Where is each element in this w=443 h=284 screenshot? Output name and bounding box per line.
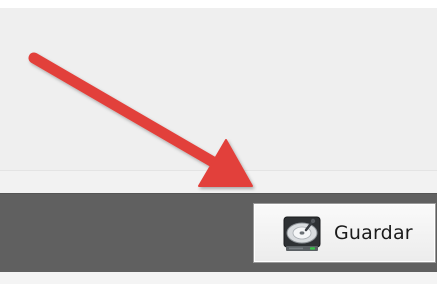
status-strip [0, 272, 443, 284]
save-button[interactable]: Guardar [253, 203, 436, 263]
window-edge [437, 0, 443, 284]
content-panel [0, 8, 437, 171]
panel-divider [0, 171, 437, 193]
hard-drive-icon [280, 211, 324, 255]
window-frame: Guardar [0, 0, 443, 284]
save-button-label: Guardar [334, 222, 413, 244]
